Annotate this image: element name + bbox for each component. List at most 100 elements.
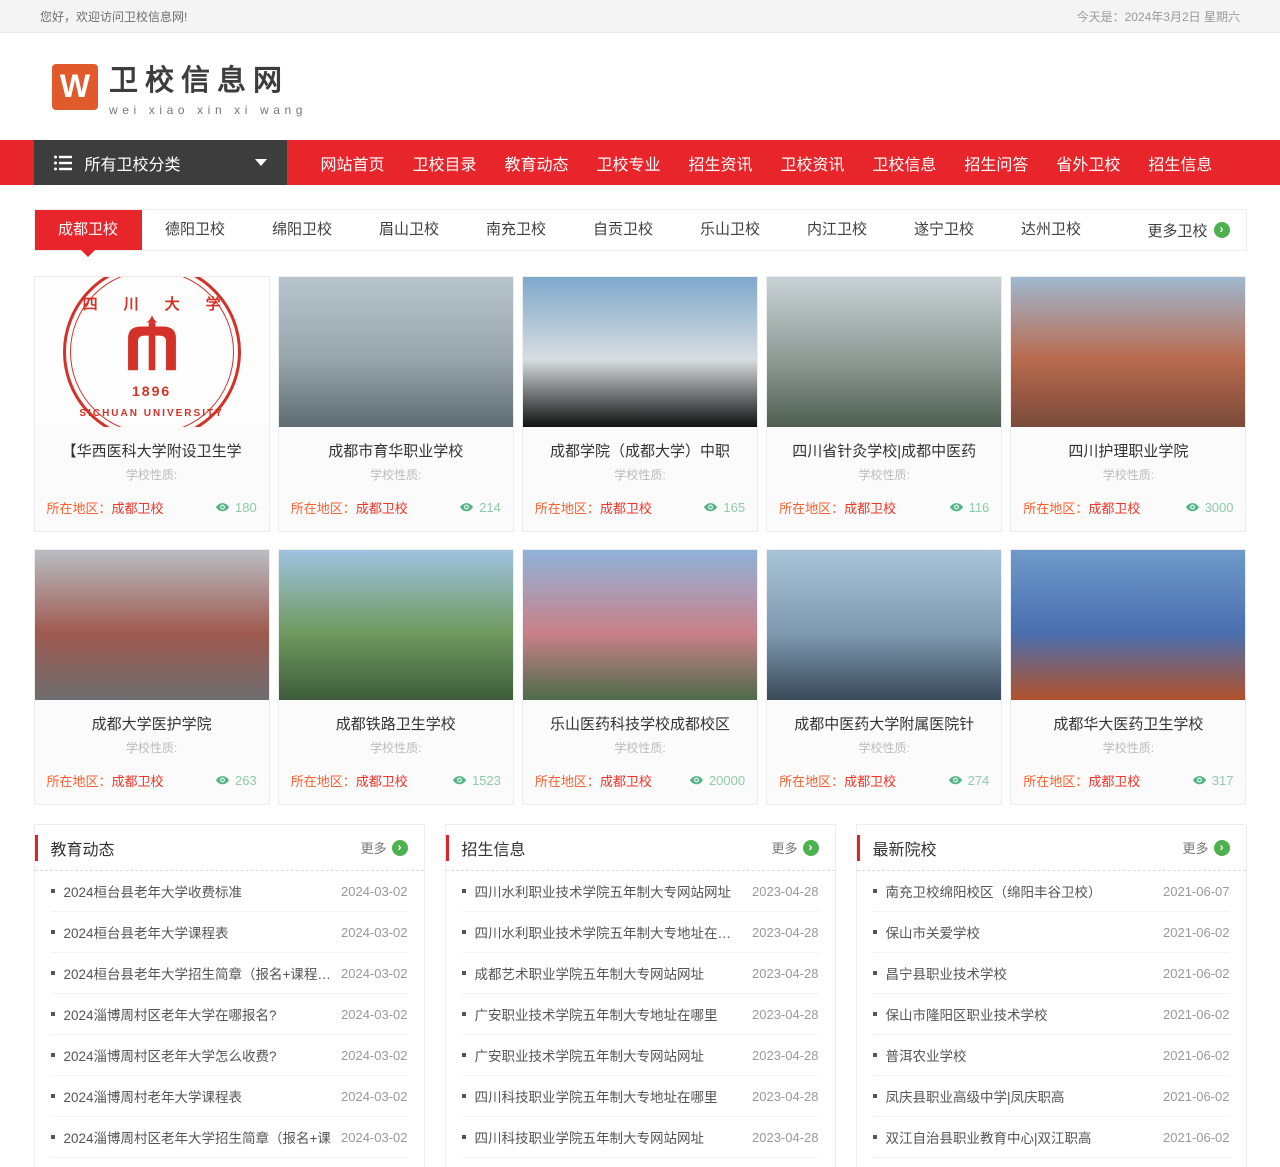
school-name[interactable]: 成都大学医护学院 bbox=[43, 713, 261, 734]
nav-item-3[interactable]: 卫校专业 bbox=[596, 157, 660, 174]
news-list-item[interactable]: 成都艺术职业学院五年制大专网站网址 2023-04-28 bbox=[461, 953, 819, 994]
item-title[interactable]: 2024淄博周村区老年大学招生简章（报名+课 bbox=[64, 1127, 342, 1147]
school-name[interactable]: 成都市育华职业学校 bbox=[287, 440, 505, 461]
nav-item-0[interactable]: 网站首页 bbox=[321, 157, 385, 174]
item-title[interactable]: 广安职业技术学院五年制大专地址在哪里 bbox=[475, 1004, 753, 1024]
tab-德阳卫校[interactable]: 德阳卫校 bbox=[142, 210, 249, 250]
school-card[interactable]: 成都铁路卫生学校 学校性质: 所在地区：成都卫校 1523 bbox=[277, 549, 514, 805]
school-card[interactable]: 成都学院（成都大学）中职 学校性质: 所在地区：成都卫校 165 bbox=[521, 276, 759, 532]
school-card[interactable]: 四川大学 1896 SICHUAN UNIVERSITY 【华西医科大学附设卫生… bbox=[33, 276, 270, 532]
section-more-link[interactable]: 更多 › bbox=[360, 838, 408, 857]
school-photo[interactable]: 四川大学 1896 SICHUAN UNIVERSITY bbox=[34, 277, 269, 427]
news-list-item[interactable]: 四川水利职业技术学院五年制大专地址在哪里 2023-04-28 bbox=[461, 912, 819, 953]
item-title[interactable]: 2024淄博周村老年大学课程表 bbox=[64, 1086, 342, 1106]
news-list-item[interactable]: 2024桓台县老年大学课程表 2024-03-02 bbox=[50, 912, 408, 953]
school-name[interactable]: 四川省针灸学校|成都中医药 bbox=[775, 440, 993, 461]
tab-达州卫校[interactable]: 达州卫校 bbox=[998, 210, 1105, 250]
school-card[interactable]: 成都大学医护学院 学校性质: 所在地区：成都卫校 263 bbox=[33, 549, 270, 805]
item-title[interactable]: 保山市隆阳区职业技术学校 bbox=[886, 1004, 1164, 1024]
school-photo[interactable] bbox=[522, 550, 758, 700]
item-title[interactable]: 2024桓台县老年大学收费标准 bbox=[64, 881, 342, 901]
item-title[interactable]: 凤庆县职业高级中学|凤庆职高 bbox=[886, 1086, 1164, 1106]
school-name[interactable]: 成都中医药大学附属医院针 bbox=[775, 713, 993, 734]
school-region[interactable]: 所在地区：成都卫校 bbox=[291, 498, 408, 517]
school-region[interactable]: 所在地区：成都卫校 bbox=[1023, 498, 1140, 517]
item-title[interactable]: 四川水利职业技术学院五年制大专地址在哪里 bbox=[475, 922, 753, 942]
school-photo[interactable] bbox=[1011, 550, 1246, 700]
school-photo[interactable] bbox=[278, 277, 513, 427]
item-title[interactable]: 四川科技职业学院五年制大专地址在哪里 bbox=[475, 1086, 753, 1106]
news-list-item[interactable]: 广安职业技术学院五年制大专地址在哪里 2023-04-28 bbox=[461, 994, 819, 1035]
school-photo[interactable] bbox=[278, 550, 513, 700]
news-list-item[interactable]: 2024淄博周村区老年大学招生简章（报名+课 2024-03-02 bbox=[50, 1117, 408, 1158]
tab-绵阳卫校[interactable]: 绵阳卫校 bbox=[249, 210, 356, 250]
school-region[interactable]: 所在地区：成都卫校 bbox=[47, 771, 164, 790]
nav-item-2[interactable]: 教育动态 bbox=[504, 157, 568, 174]
news-list-item[interactable]: 双江自治县职业教育中心|双江职高 2021-06-02 bbox=[872, 1117, 1230, 1158]
school-name[interactable]: 成都华大医药卫生学校 bbox=[1019, 713, 1237, 734]
school-photo[interactable] bbox=[767, 550, 1002, 700]
item-title[interactable]: 四川水利职业技术学院五年制大专网站网址 bbox=[475, 881, 753, 901]
news-list-item[interactable]: 四川科技职业学院五年制大专网站网址 2023-04-28 bbox=[461, 1117, 819, 1158]
school-region[interactable]: 所在地区：成都卫校 bbox=[291, 771, 408, 790]
school-name[interactable]: 四川护理职业学院 bbox=[1019, 440, 1237, 461]
tab-遂宁卫校[interactable]: 遂宁卫校 bbox=[891, 210, 998, 250]
school-card[interactable]: 乐山医药科技学校成都校区 学校性质: 所在地区：成都卫校 20000 bbox=[521, 549, 759, 805]
news-list-item[interactable]: 2024淄川区老年大学在哪报名 2024-03-02 bbox=[51, 1158, 408, 1167]
school-photo[interactable] bbox=[522, 277, 758, 427]
nav-item-9[interactable]: 招生信息 bbox=[1148, 157, 1212, 174]
item-title[interactable]: 成都艺术职业学院五年制大专网站网址 bbox=[475, 963, 753, 983]
news-list-item[interactable]: 2024淄博周村区老年大学在哪报名? 2024-03-02 bbox=[50, 994, 408, 1035]
news-list-item[interactable]: 四川水利职业技术学院五年制大专网站网址 2023-04-28 bbox=[461, 871, 819, 912]
school-region[interactable]: 所在地区：成都卫校 bbox=[535, 498, 652, 517]
more-schools-link[interactable]: 更多卫校 › bbox=[1147, 210, 1245, 250]
school-region[interactable]: 所在地区：成都卫校 bbox=[779, 498, 896, 517]
tab-南充卫校[interactable]: 南充卫校 bbox=[463, 210, 570, 250]
news-list-item[interactable]: 保山市关爱学校 2021-06-02 bbox=[872, 912, 1230, 953]
school-card[interactable]: 四川省针灸学校|成都中医药 学校性质: 所在地区：成都卫校 116 bbox=[766, 276, 1003, 532]
news-list-item[interactable]: 云县高级职业中学|云县职高 2021-06-02 bbox=[873, 1158, 1230, 1167]
school-region[interactable]: 所在地区：成都卫校 bbox=[1023, 771, 1140, 790]
school-photo[interactable] bbox=[767, 277, 1002, 427]
news-list-item[interactable]: 2024桓台县老年大学收费标准 2024-03-02 bbox=[50, 871, 408, 912]
item-title[interactable]: 南充卫校绵阳校区（绵阳丰谷卫校） bbox=[886, 881, 1164, 901]
news-list-item[interactable]: 保山市隆阳区职业技术学校 2021-06-02 bbox=[872, 994, 1230, 1035]
news-list-item[interactable]: 2024淄博周村区老年大学怎么收费? 2024-03-02 bbox=[50, 1035, 408, 1076]
tab-眉山卫校[interactable]: 眉山卫校 bbox=[356, 210, 463, 250]
nav-item-5[interactable]: 卫校资讯 bbox=[780, 157, 844, 174]
nav-item-4[interactable]: 招生资讯 bbox=[688, 157, 752, 174]
school-card[interactable]: 四川护理职业学院 学校性质: 所在地区：成都卫校 3000 bbox=[1010, 276, 1247, 532]
school-card[interactable]: 成都华大医药卫生学校 学校性质: 所在地区：成都卫校 317 bbox=[1010, 549, 1247, 805]
item-title[interactable]: 2024桓台县老年大学招生简章（报名+课程表+ bbox=[64, 963, 342, 983]
news-list-item[interactable]: 昌宁县职业技术学校 2021-06-02 bbox=[872, 953, 1230, 994]
school-name[interactable]: 【华西医科大学附设卫生学 bbox=[43, 440, 261, 461]
school-name[interactable]: 乐山医药科技学校成都校区 bbox=[531, 713, 749, 734]
item-title[interactable]: 普洱农业学校 bbox=[886, 1045, 1164, 1065]
school-region[interactable]: 所在地区：成都卫校 bbox=[47, 498, 164, 517]
item-title[interactable]: 双江自治县职业教育中心|双江职高 bbox=[886, 1127, 1164, 1147]
tab-乐山卫校[interactable]: 乐山卫校 bbox=[677, 210, 784, 250]
school-card[interactable]: 成都中医药大学附属医院针 学校性质: 所在地区：成都卫校 274 bbox=[766, 549, 1003, 805]
school-region[interactable]: 所在地区：成都卫校 bbox=[779, 771, 896, 790]
school-photo[interactable] bbox=[1011, 277, 1246, 427]
item-title[interactable]: 2024淄博周村区老年大学怎么收费? bbox=[64, 1045, 342, 1065]
item-title[interactable]: 2024桓台县老年大学课程表 bbox=[64, 922, 342, 942]
school-card[interactable]: 成都市育华职业学校 学校性质: 所在地区：成都卫校 214 bbox=[277, 276, 514, 532]
item-title[interactable]: 保山市关爱学校 bbox=[886, 922, 1164, 942]
school-name[interactable]: 成都铁路卫生学校 bbox=[287, 713, 505, 734]
nav-item-7[interactable]: 招生问答 bbox=[964, 157, 1028, 174]
nav-item-8[interactable]: 省外卫校 bbox=[1056, 157, 1120, 174]
nav-item-6[interactable]: 卫校信息 bbox=[872, 157, 936, 174]
school-photo[interactable] bbox=[34, 550, 269, 700]
item-title[interactable]: 2024淄博周村区老年大学在哪报名? bbox=[64, 1004, 342, 1024]
site-logo[interactable]: W 卫校信息网 wei xiao xin xi wang bbox=[52, 57, 307, 117]
news-list-item[interactable]: 南充卫校绵阳校区（绵阳丰谷卫校） 2021-06-07 bbox=[872, 871, 1230, 912]
news-list-item[interactable]: 广安职业技术学院五年制大专网站网址 2023-04-28 bbox=[461, 1035, 819, 1076]
news-list-item[interactable]: 2024淄博周村老年大学课程表 2024-03-02 bbox=[50, 1076, 408, 1117]
tab-内江卫校[interactable]: 内江卫校 bbox=[784, 210, 891, 250]
news-list-item[interactable]: 四川文化产业职业学院五年制大专地址在哪里 2023-04-28 bbox=[462, 1158, 819, 1167]
item-title[interactable]: 昌宁县职业技术学校 bbox=[886, 963, 1164, 983]
category-dropdown[interactable]: 所有卫校分类 bbox=[33, 140, 287, 185]
item-title[interactable]: 四川科技职业学院五年制大专网站网址 bbox=[475, 1127, 753, 1147]
school-name[interactable]: 成都学院（成都大学）中职 bbox=[531, 440, 749, 461]
